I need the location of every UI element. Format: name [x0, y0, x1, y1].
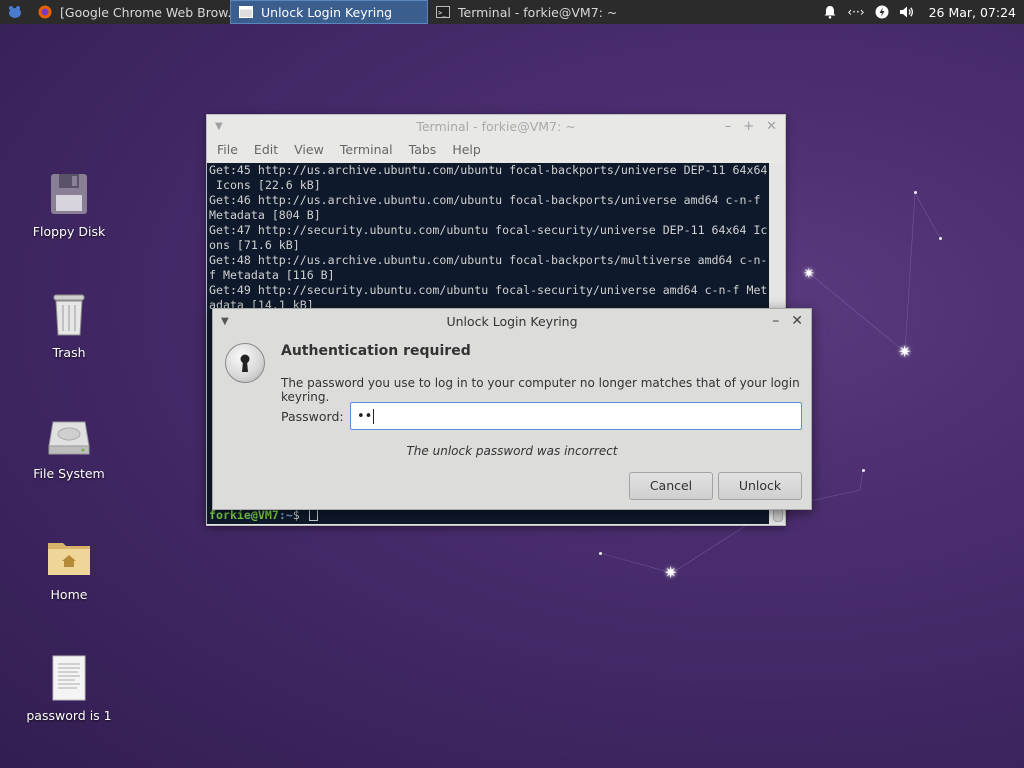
firefox-icon	[38, 5, 52, 19]
xfce-menu-button[interactable]	[0, 0, 30, 24]
dialog-title: Unlock Login Keyring	[446, 314, 578, 329]
menu-view[interactable]: View	[286, 139, 332, 161]
desktop-icon-label: Floppy Disk	[32, 224, 106, 239]
error-message: The unlock password was incorrect	[406, 444, 618, 458]
power-icon[interactable]	[875, 5, 889, 19]
taskbar-item-chrome[interactable]: [Google Chrome Web Brow...	[30, 0, 230, 24]
terminal-line: Icons [22.6 kB]	[209, 178, 321, 192]
password-field[interactable]: ••	[350, 402, 802, 430]
desktop-icon-floppy[interactable]: Floppy Disk	[19, 170, 119, 239]
terminal-titlebar[interactable]: ▼ Terminal - forkie@VM7: ~ – + ✕	[207, 115, 785, 139]
maximize-icon[interactable]: +	[743, 115, 754, 139]
unlock-button[interactable]: Unlock	[718, 472, 802, 500]
taskbar-item-keyring[interactable]: Unlock Login Keyring	[230, 0, 428, 24]
terminal-line: Metadata [804 B]	[209, 208, 321, 222]
svg-text:>_: >_	[438, 9, 447, 17]
terminal-title: Terminal - forkie@VM7: ~	[416, 119, 576, 134]
prompt-user: forkie@VM7	[209, 508, 279, 522]
terminal-icon: >_	[436, 5, 450, 19]
taskbar-item-label: Unlock Login Keyring	[261, 4, 393, 20]
taskbar-item-label: [Google Chrome Web Brow...	[60, 4, 230, 20]
trash-icon	[45, 291, 93, 339]
notification-bell-icon[interactable]	[823, 5, 837, 19]
xfce-mouse-icon	[9, 6, 21, 18]
top-panel: [Google Chrome Web Brow... Unlock Login …	[0, 0, 1024, 24]
close-icon[interactable]: ✕	[791, 309, 803, 334]
terminal-menubar: File Edit View Terminal Tabs Help	[207, 139, 785, 161]
window-icon	[239, 5, 253, 19]
terminal-line: Get:49 http://security.ubuntu.com/ubuntu…	[209, 283, 768, 297]
network-icon[interactable]: ‹··›	[847, 5, 864, 19]
prompt-path: :~	[278, 508, 293, 522]
cancel-button[interactable]: Cancel	[629, 472, 713, 500]
dialog-titlebar[interactable]: ▼ Unlock Login Keyring – ✕	[213, 309, 811, 334]
terminal-line: Get:45 http://us.archive.ubuntu.com/ubun…	[209, 163, 768, 177]
keyhole-lock-icon	[225, 343, 265, 383]
dialog-message: The password you use to log in to your c…	[281, 376, 800, 404]
close-icon[interactable]: ✕	[766, 115, 777, 139]
desktop-icon-label: File System	[33, 466, 105, 481]
terminal-line: Get:47 http://security.ubuntu.com/ubuntu…	[209, 223, 768, 237]
star: ✷	[803, 266, 815, 282]
prompt-symbol: $	[292, 508, 300, 522]
password-label: Password:	[281, 409, 344, 424]
star-dot	[939, 237, 942, 240]
taskbar-item-terminal[interactable]: >_ Terminal - forkie@VM7: ~	[428, 0, 628, 24]
minimize-icon[interactable]: –	[772, 309, 779, 334]
menu-terminal[interactable]: Terminal	[332, 139, 401, 161]
minimize-icon[interactable]: –	[725, 115, 732, 139]
terminal-line: Get:46 http://us.archive.ubuntu.com/ubun…	[209, 193, 761, 207]
desktop-icon-label: Trash	[52, 345, 86, 360]
hard-drive-icon	[45, 412, 93, 460]
text-file-icon	[45, 654, 93, 702]
terminal-line: ons [71.6 kB]	[209, 238, 300, 252]
menu-edit[interactable]: Edit	[246, 139, 286, 161]
volume-icon[interactable]	[899, 5, 915, 19]
terminal-line: f Metadata [116 B]	[209, 268, 335, 282]
desktop-icon-home[interactable]: Home	[19, 533, 119, 602]
unlock-keyring-dialog[interactable]: ▼ Unlock Login Keyring – ✕ Authenticatio…	[212, 308, 812, 510]
star-dot	[862, 469, 865, 472]
password-value: ••	[357, 408, 373, 424]
desktop-icon-trash[interactable]: Trash	[19, 291, 119, 360]
clock[interactable]: 26 Mar, 07:24	[929, 5, 1016, 20]
menu-file[interactable]: File	[209, 139, 246, 161]
menu-tabs[interactable]: Tabs	[401, 139, 445, 161]
taskbar-item-label: Terminal - forkie@VM7: ~	[458, 4, 618, 20]
window-menu-icon[interactable]: ▼	[215, 115, 223, 139]
star: ✷	[898, 342, 912, 361]
text-caret	[373, 408, 375, 424]
menu-help[interactable]: Help	[444, 139, 489, 161]
star-dot	[599, 552, 602, 555]
star: ✷	[664, 563, 678, 582]
terminal-line: Get:48 http://us.archive.ubuntu.com/ubun…	[209, 253, 768, 267]
floppy-disk-icon	[45, 170, 93, 218]
desktop-icon-textfile[interactable]: password is 1	[19, 654, 119, 723]
desktop-icon-label: password is 1	[26, 708, 112, 723]
system-tray: ‹··› 26 Mar, 07:24	[823, 0, 1024, 24]
window-menu-icon[interactable]: ▼	[221, 309, 229, 334]
dialog-heading: Authentication required	[281, 343, 471, 359]
desktop-icon-label: Home	[50, 587, 88, 602]
star-dot	[914, 191, 917, 194]
desktop-icon-filesystem[interactable]: File System	[19, 412, 119, 481]
home-folder-icon	[45, 533, 93, 581]
